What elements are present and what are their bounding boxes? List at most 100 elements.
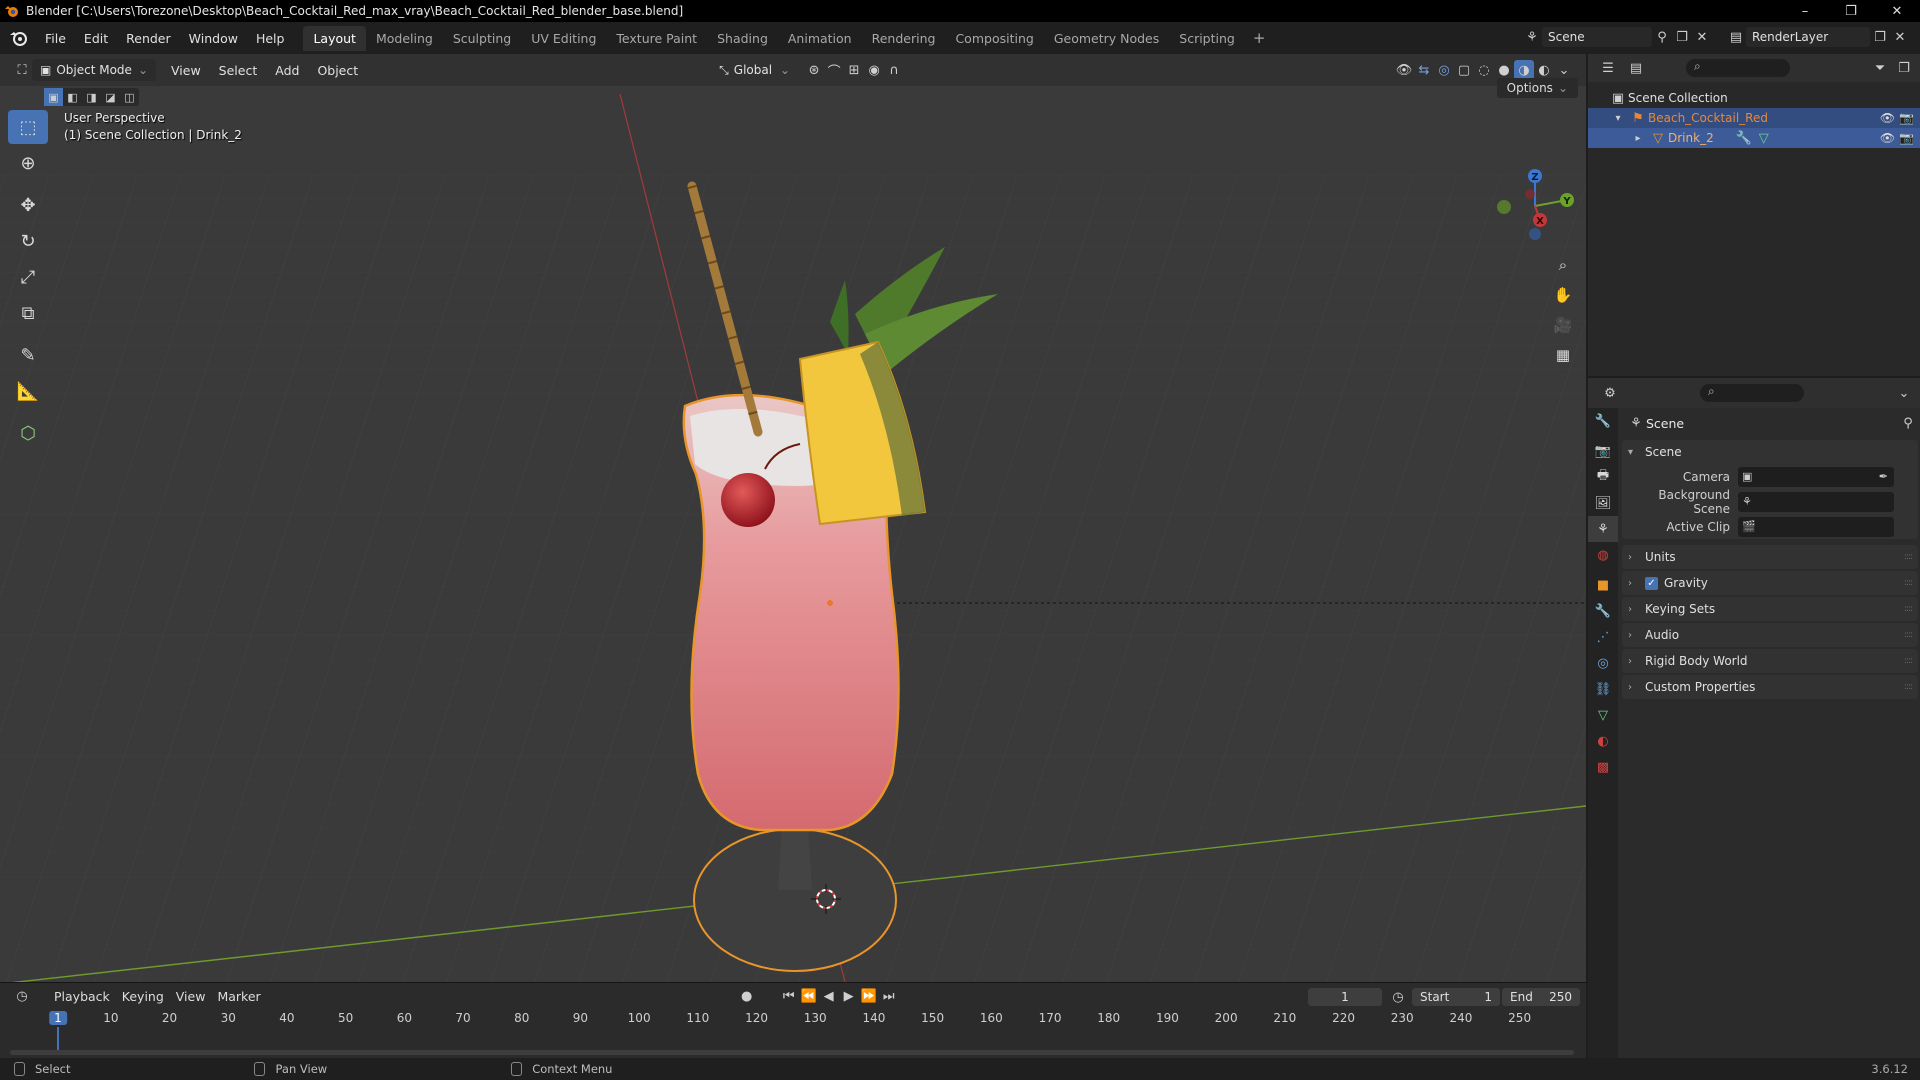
menu-window[interactable]: Window bbox=[180, 31, 247, 46]
view-layer-tab-icon[interactable]: 🖼 bbox=[1588, 490, 1618, 516]
ortho-toggle-icon[interactable]: ▦ bbox=[1548, 340, 1578, 370]
scene-name-field[interactable]: Scene bbox=[1542, 27, 1652, 47]
custom-properties-panel[interactable]: › Custom Properties:::: bbox=[1622, 675, 1918, 699]
tab-uv-editing[interactable]: UV Editing bbox=[521, 26, 606, 51]
snap-target-icon[interactable]: ⊞ bbox=[844, 60, 864, 80]
timeline-ruler[interactable]: 1 10 20 30 40 50 60 70 80 90 100 110 120 130 140 150 160… bbox=[8, 1011, 1576, 1051]
camera-view-icon[interactable]: 🎥 bbox=[1548, 310, 1578, 340]
menu-select[interactable]: Select bbox=[210, 63, 267, 78]
tab-sculpting[interactable]: Sculpting bbox=[443, 26, 521, 51]
tab-modeling[interactable]: Modeling bbox=[366, 26, 443, 51]
cursor-tool-icon[interactable]: ⊕ bbox=[8, 146, 48, 180]
outliner-row-object[interactable]: ▸ ▽ Drink_2 🔧 ▽ 👁 📷 bbox=[1588, 128, 1920, 148]
timeline-scrollbar[interactable] bbox=[10, 1050, 1574, 1055]
next-keyframe-icon[interactable]: ⏩ bbox=[859, 986, 879, 1006]
transform-tool-icon[interactable]: ⧉ bbox=[8, 296, 48, 330]
material-tab-icon[interactable]: ◐ bbox=[1588, 728, 1618, 754]
editor-type-icon[interactable]: ⛶ bbox=[12, 60, 32, 80]
menu-file[interactable]: File bbox=[36, 31, 75, 46]
falloff-icon[interactable]: ∩ bbox=[884, 60, 904, 80]
texture-tab-icon[interactable]: ▩ bbox=[1588, 754, 1618, 780]
audio-panel[interactable]: › Audio:::: bbox=[1622, 623, 1918, 647]
annotate-tool-icon[interactable]: ✎ bbox=[8, 338, 48, 372]
background-scene-field[interactable]: ⚘ bbox=[1738, 491, 1894, 512]
pivot-point-icon[interactable]: ⊛ bbox=[804, 60, 824, 80]
object-render-icon[interactable]: 📷 bbox=[1899, 131, 1914, 145]
menu-keying[interactable]: Keying bbox=[116, 989, 170, 1004]
tool-tab-icon[interactable]: 🔧 bbox=[1588, 408, 1618, 434]
jump-start-icon[interactable]: ⏮ bbox=[779, 986, 799, 1006]
delete-view-layer-icon[interactable]: ✕ bbox=[1890, 27, 1910, 47]
select-subtract-icon[interactable]: ◨ bbox=[82, 88, 101, 106]
tab-compositing[interactable]: Compositing bbox=[945, 26, 1043, 51]
pin-context-icon[interactable]: ⚲ bbox=[1898, 413, 1918, 433]
wireframe-shading-icon[interactable]: ◌ bbox=[1474, 60, 1494, 80]
3d-viewport[interactable]: ⛶ ▣ Object Mode ⌄ View Select Add Object ⤡… bbox=[0, 54, 1586, 982]
display-mode-icon[interactable]: ▤ bbox=[1626, 58, 1646, 78]
rotate-tool-icon[interactable]: ↻ bbox=[8, 224, 48, 258]
add-workspace-icon[interactable]: + bbox=[1245, 29, 1274, 47]
close-button[interactable]: ✕ bbox=[1874, 0, 1920, 22]
scene-tab-icon[interactable]: ⚘ bbox=[1588, 516, 1618, 542]
menu-timeline-view[interactable]: View bbox=[170, 989, 212, 1004]
keying-sets-panel[interactable]: › Keying Sets:::: bbox=[1622, 597, 1918, 621]
measure-tool-icon[interactable]: 📐 bbox=[8, 374, 48, 408]
proportional-edit-icon[interactable]: ◉ bbox=[864, 60, 884, 80]
gravity-checkbox[interactable]: ✓ bbox=[1645, 576, 1658, 590]
options-button[interactable]: Options ⌄ bbox=[1496, 78, 1578, 98]
prev-keyframe-icon[interactable]: ⏪ bbox=[799, 986, 819, 1006]
object-tab-icon[interactable]: ■ bbox=[1588, 572, 1618, 598]
properties-options-icon[interactable]: ⌄ bbox=[1894, 383, 1914, 403]
new-view-layer-icon[interactable]: ❐ bbox=[1870, 27, 1890, 47]
playhead-line[interactable] bbox=[57, 1027, 59, 1051]
tab-geometry-nodes[interactable]: Geometry Nodes bbox=[1044, 26, 1169, 51]
restore-button[interactable]: ❐ bbox=[1828, 0, 1874, 22]
timeline-editor-type-icon[interactable]: ◷ bbox=[12, 986, 32, 1006]
navigation-gizmo[interactable]: Z Y X bbox=[1490, 164, 1580, 244]
select-difference-icon[interactable]: ◪ bbox=[101, 88, 120, 106]
tab-layout[interactable]: Layout bbox=[303, 25, 366, 51]
current-frame-marker[interactable]: 1 bbox=[49, 1011, 67, 1025]
menu-help[interactable]: Help bbox=[247, 31, 294, 46]
start-frame-field[interactable]: Start 1 bbox=[1412, 988, 1500, 1006]
menu-edit[interactable]: Edit bbox=[75, 31, 117, 46]
menu-playback[interactable]: Playback bbox=[48, 989, 116, 1004]
collection-visibility-icon[interactable]: 👁 bbox=[1880, 111, 1895, 125]
current-frame-field[interactable]: 1 bbox=[1308, 988, 1382, 1006]
scene-panel-header[interactable]: ▾ Scene bbox=[1622, 440, 1918, 464]
snap-icon[interactable]: ⌒ bbox=[824, 60, 844, 80]
new-collection-icon[interactable]: ❐ bbox=[1894, 58, 1914, 78]
data-tab-icon[interactable]: ▽ bbox=[1588, 702, 1618, 728]
zoom-icon[interactable]: ⌕ bbox=[1548, 250, 1578, 280]
mode-dropdown[interactable]: ▣ Object Mode ⌄ bbox=[32, 59, 156, 81]
outliner-row-collection[interactable]: ▾ ⚑ Beach_Cocktail_Red 👁 📷 bbox=[1588, 108, 1920, 128]
select-new-icon[interactable]: ▣ bbox=[44, 88, 63, 106]
expand-chevron-icon[interactable]: ▸ bbox=[1628, 128, 1648, 148]
outliner-search-input[interactable]: ⌕ bbox=[1686, 59, 1790, 77]
preview-range-icon[interactable]: ◷ bbox=[1388, 987, 1408, 1007]
physics-tab-icon[interactable]: ◎ bbox=[1588, 650, 1618, 676]
properties-editor[interactable]: ⚙ ⌕ ⌄ 🔧 📷 🖶 🖼 ⚘ ◍ ■ 🔧 ⋰ ◎ ⛓ ▽ ◐ ▩ ⚘ Scen… bbox=[1588, 378, 1920, 1058]
shading-options-icon[interactable]: ⌄ bbox=[1554, 60, 1574, 80]
output-tab-icon[interactable]: 🖶 bbox=[1588, 464, 1618, 490]
viewport-scene[interactable] bbox=[0, 54, 1586, 982]
play-reverse-icon[interactable]: ◀ bbox=[819, 986, 839, 1006]
render-tab-icon[interactable]: 📷 bbox=[1588, 438, 1618, 464]
blender-menu-icon[interactable] bbox=[8, 27, 30, 49]
particles-tab-icon[interactable]: ⋰ bbox=[1588, 624, 1618, 650]
filter-icon[interactable]: ⏷ bbox=[1870, 58, 1890, 78]
rendered-shading-icon[interactable]: ◐ bbox=[1534, 60, 1554, 80]
scale-tool-icon[interactable]: ⤢ bbox=[8, 260, 48, 294]
play-icon[interactable]: ▶ bbox=[839, 986, 859, 1006]
delete-scene-icon[interactable]: ✕ bbox=[1692, 27, 1712, 47]
outliner-row-scene-collection[interactable]: ▣ Scene Collection bbox=[1588, 88, 1920, 108]
camera-field[interactable]: ▣ ✒ bbox=[1738, 466, 1894, 487]
tab-shading[interactable]: Shading bbox=[707, 26, 778, 51]
gizmo-toggle-icon[interactable]: ⇆ bbox=[1414, 60, 1434, 80]
menu-object[interactable]: Object bbox=[308, 63, 367, 78]
rigid-body-world-panel[interactable]: › Rigid Body World:::: bbox=[1622, 649, 1918, 673]
timeline-editor[interactable]: ◷ Playback Keying View Marker ● ⏮ ⏪ ◀ ▶ … bbox=[0, 982, 1586, 1058]
move-tool-icon[interactable]: ✥ bbox=[8, 188, 48, 222]
pin-icon[interactable]: ⚲ bbox=[1652, 27, 1672, 47]
material-shading-icon[interactable]: ◑ bbox=[1514, 60, 1534, 80]
